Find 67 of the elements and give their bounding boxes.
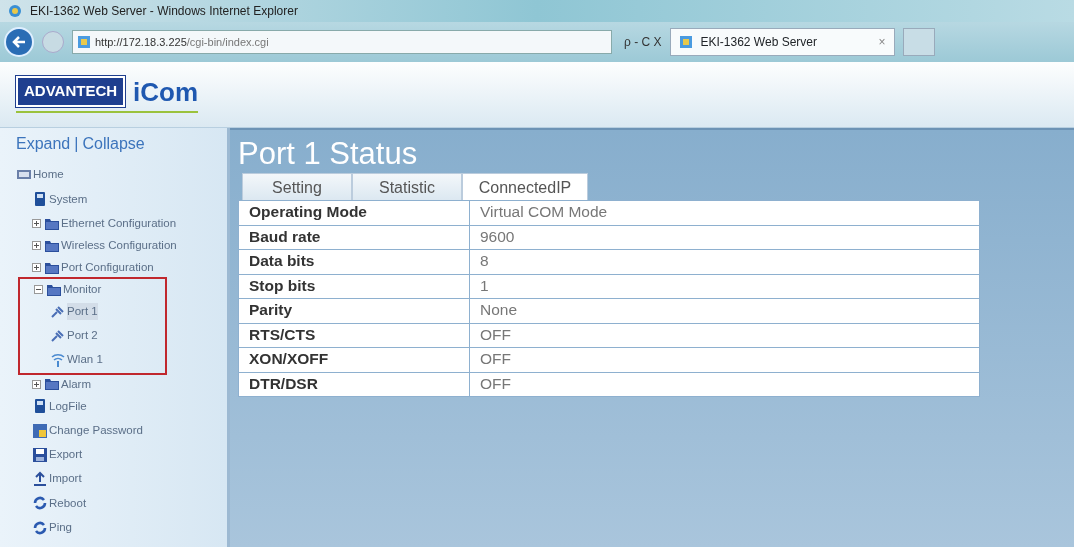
plug-icon	[50, 327, 66, 344]
refresh-icon	[32, 519, 48, 536]
wifi-icon	[50, 352, 66, 368]
page-icon	[77, 35, 91, 49]
expand-icon[interactable]	[32, 219, 41, 228]
tab[interactable]: Setting	[242, 173, 352, 200]
value-cell: OFF	[469, 372, 980, 397]
tree-item[interactable]: Export	[32, 443, 83, 466]
tab-title: EKI-1362 Web Server	[700, 34, 817, 51]
address-controls[interactable]: ρ - C X	[624, 33, 662, 51]
tree-item[interactable]: Port 2	[50, 324, 98, 347]
expand-link[interactable]: Expand	[16, 132, 71, 156]
tree-item[interactable]: Monitor	[34, 278, 102, 301]
tree-item[interactable]: Ethernet Configuration	[32, 212, 177, 235]
back-arrow-icon	[11, 35, 27, 49]
tree-item[interactable]: Home	[16, 164, 64, 186]
folder-icon	[44, 376, 60, 393]
label-cell: Parity	[238, 298, 470, 323]
tab[interactable]: Statistic	[352, 173, 462, 200]
value-cell: 8	[469, 249, 980, 274]
tab[interactable]: ConnectedIP	[462, 173, 588, 200]
tree-item[interactable]: Ping	[32, 516, 73, 539]
value-cell: 1	[469, 274, 980, 299]
document-icon	[32, 398, 48, 415]
tab-close-button[interactable]: ×	[878, 33, 886, 51]
expand-icon[interactable]	[32, 241, 41, 250]
refresh-icon	[32, 495, 48, 512]
value-cell: 9600	[469, 225, 980, 250]
brand-logo: ADVANTECH	[16, 76, 126, 107]
tree-item[interactable]: Import	[32, 468, 82, 490]
tree-item[interactable]: Alarm	[32, 373, 92, 396]
collapse-link[interactable]: Collapse	[82, 132, 145, 156]
label-cell: XON/XOFF	[238, 347, 470, 372]
label-cell: DTR/DSR	[238, 372, 470, 397]
window-title: EKI-1362 Web Server - Windows Internet Explorer	[30, 3, 298, 20]
label-cell: Stop bits	[238, 274, 470, 299]
product-logo: iCom	[133, 78, 199, 105]
tree-item[interactable]: Port Configuration	[32, 256, 154, 279]
label-cell: Operating Mode	[238, 200, 470, 225]
page-icon	[678, 35, 693, 49]
ie-icon	[8, 4, 22, 18]
address-bar[interactable]: http://172.18.3.225/cgi-bin/index.cgi	[72, 30, 612, 54]
label-cell: Baud rate	[238, 225, 470, 250]
browser-tab[interactable]: EKI-1362 Web Server ×	[669, 28, 895, 56]
value-cell: OFF	[469, 347, 980, 372]
value-cell: Virtual COM Mode	[469, 200, 980, 225]
document-icon	[32, 191, 48, 208]
back-button[interactable]	[4, 27, 34, 57]
tree-item[interactable]: LogFile	[32, 395, 87, 418]
plug-icon	[50, 303, 66, 320]
value-cell: OFF	[469, 323, 980, 348]
tree-item[interactable]: Wireless Configuration	[32, 234, 177, 257]
label-cell: Data bits	[238, 249, 470, 274]
tree-item[interactable]: Wlan 1	[50, 349, 103, 371]
tree-item[interactable]: System	[32, 188, 88, 211]
label-cell: RTS/CTS	[238, 323, 470, 348]
tree-item[interactable]: Change Password	[32, 419, 143, 442]
expand-icon[interactable]	[32, 379, 41, 389]
page-title: Port 1 Status	[238, 138, 419, 169]
collapse-icon[interactable]	[34, 285, 43, 294]
separator-text: |	[74, 134, 79, 154]
tree-item[interactable]: Reboot	[32, 492, 87, 515]
password-icon	[32, 422, 48, 439]
value-cell: None	[469, 298, 980, 323]
expand-icon[interactable]	[32, 263, 41, 272]
address-text: http://172.18.3.225/cgi-bin/index.cgi	[95, 34, 269, 50]
upload-icon	[32, 471, 48, 487]
